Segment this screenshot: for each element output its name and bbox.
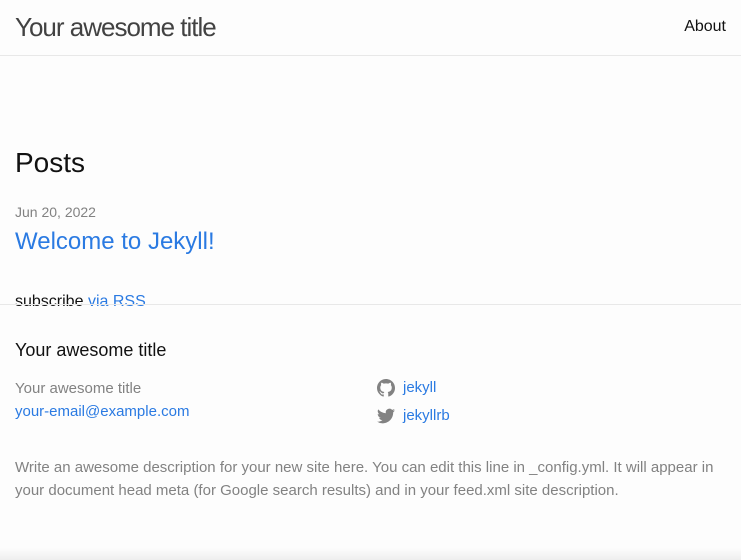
nav-link-about[interactable]: About: [684, 15, 726, 39]
post-link[interactable]: Welcome to Jekyll!: [15, 225, 215, 259]
footer-heading: Your awesome title: [15, 340, 167, 360]
social-github-label: jekyll: [403, 379, 437, 396]
site-header: Your awesome title About: [0, 0, 741, 56]
twitter-icon: [377, 407, 395, 425]
post-date: Jun 20, 2022: [15, 204, 96, 220]
bottom-shade: [0, 548, 741, 560]
site-description: Write an awesome description for your ne…: [15, 459, 714, 499]
social-twitter-link[interactable]: jekyllrb: [377, 405, 450, 427]
social-twitter-label: jekyllrb: [403, 407, 450, 424]
footer-email-link[interactable]: your-email@example.com: [15, 401, 189, 423]
site-footer: Your awesome title Your awesome title yo…: [0, 304, 741, 560]
site-title-link[interactable]: Your awesome title: [15, 9, 217, 45]
github-icon: [377, 379, 395, 397]
social-github-link[interactable]: jekyll: [377, 377, 436, 399]
footer-site-name: Your awesome title: [15, 380, 142, 397]
page-heading: Posts: [15, 147, 86, 178]
